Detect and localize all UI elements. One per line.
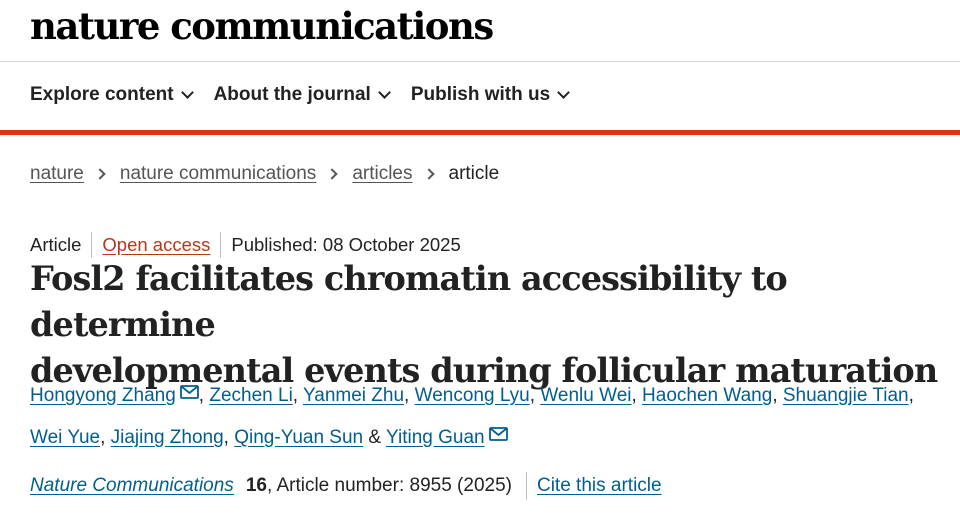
author-link[interactable]: Wenlu Wei: [540, 385, 631, 406]
breadcrumb-current: article: [448, 163, 500, 184]
volume-number: 16: [245, 475, 267, 496]
author-separator: ,: [908, 385, 914, 406]
journal-name-link[interactable]: Nature Communications: [30, 475, 234, 497]
article-meta: Article Open access Published: 08 Octobe…: [30, 232, 461, 258]
chevron-right-icon: [422, 168, 435, 180]
nav-about-journal[interactable]: About the journal: [213, 84, 391, 106]
accent-bar: [0, 130, 960, 135]
author-link[interactable]: Yiting Guan: [386, 427, 485, 448]
breadcrumb: nature nature communications articles ar…: [30, 163, 499, 185]
author-link[interactable]: Wei Yue: [30, 427, 100, 448]
mail-icon[interactable]: [179, 374, 199, 414]
article-type: Article: [30, 234, 82, 255]
citation-divider: [525, 472, 527, 500]
nav-label: Explore content: [30, 84, 174, 105]
main-nav: Explore content About the journal Publis…: [30, 84, 590, 106]
title-line: Fosl2 facilitates chromatin accessibilit…: [30, 259, 788, 344]
author-separator: ,: [631, 385, 637, 406]
author-link[interactable]: Yanmei Zhu: [303, 385, 404, 406]
chevron-right-icon: [94, 168, 106, 180]
chevron-down-icon: [377, 85, 391, 99]
author-separator: ,: [529, 385, 536, 406]
author-separator: ,: [198, 385, 205, 406]
citation-bar: Nature Communications 16 , Article numbe…: [30, 472, 662, 500]
site-logo[interactable]: nature communications: [30, 4, 494, 48]
author-separator: ,: [100, 427, 106, 448]
chevron-down-icon: [180, 85, 194, 99]
meta-divider: [220, 232, 222, 258]
nav-label: Publish with us: [410, 84, 551, 105]
author-link[interactable]: Haochen Wang: [642, 385, 772, 406]
breadcrumb-nature[interactable]: nature: [30, 163, 84, 185]
breadcrumb-nature-communications[interactable]: nature communications: [120, 163, 316, 185]
nav-publish-with-us[interactable]: Publish with us: [410, 84, 571, 106]
cite-this-article-link[interactable]: Cite this article: [537, 475, 662, 497]
author-separator: ,: [772, 385, 778, 406]
author-link[interactable]: Shuangjie Tian: [783, 385, 909, 406]
chevron-down-icon: [557, 85, 571, 99]
meta-divider: [91, 232, 93, 258]
author-link[interactable]: Qing-Yuan Sun: [234, 427, 363, 448]
author-last-separator: &: [368, 427, 382, 448]
author-separator: ,: [292, 385, 299, 406]
article-number: , Article number: 8955 (2025): [266, 475, 512, 496]
author-separator: ,: [404, 385, 410, 406]
chevron-right-icon: [326, 168, 338, 180]
author-link[interactable]: Jiajing Zhong: [111, 427, 224, 448]
open-access-link[interactable]: Open access: [102, 234, 210, 256]
author-separator: ,: [223, 427, 229, 448]
breadcrumb-articles[interactable]: articles: [352, 163, 412, 185]
nav-label: About the journal: [213, 84, 371, 105]
author-link[interactable]: Hongyong Zhang: [30, 385, 176, 406]
author-link[interactable]: Zechen Li: [209, 385, 292, 406]
author-list: Hongyong Zhang, Zechen Li, Yanmei Zhu, W…: [30, 374, 950, 458]
header-divider: [0, 61, 960, 62]
mail-icon[interactable]: [488, 416, 508, 456]
published-date: Published: 08 October 2025: [231, 234, 461, 255]
nav-explore-content[interactable]: Explore content: [30, 84, 194, 106]
author-link[interactable]: Wencong Lyu: [415, 385, 530, 406]
